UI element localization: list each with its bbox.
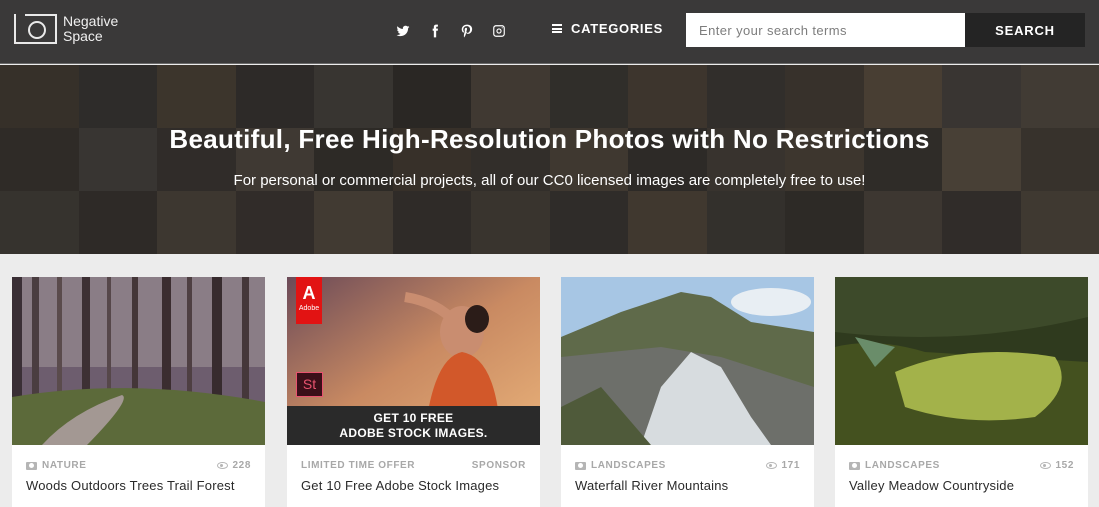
site-header: Negative Space CATEGORIES SEARCH xyxy=(0,0,1099,64)
card-title[interactable]: Get 10 Free Adobe Stock Images xyxy=(301,478,499,493)
view-count: 228 xyxy=(232,460,251,471)
hero-subtitle: For personal or commercial projects, all… xyxy=(233,172,866,189)
card-meta: LIMITED TIME OFFER SPONSOR xyxy=(301,460,526,471)
card-meta: LANDSCAPES 171 xyxy=(575,460,800,471)
eye-icon xyxy=(765,462,777,469)
social-links xyxy=(396,23,506,39)
view-count: 171 xyxy=(781,460,800,471)
sponsored-card[interactable]: A Adobe St GET 10 FREE ADOBE STOCK IMAGE… xyxy=(287,277,540,507)
camera-logo-icon xyxy=(14,14,57,44)
photo-thumbnail-valley[interactable] xyxy=(835,277,1088,445)
search-input[interactable] xyxy=(686,13,965,47)
photo-card[interactable]: LANDSCAPES 171 Waterfall River Mountains xyxy=(561,277,814,507)
adobe-stock-icon: St xyxy=(296,372,323,397)
facebook-icon[interactable] xyxy=(428,23,442,39)
card-category[interactable]: LANDSCAPES xyxy=(865,460,940,471)
card-meta: LANDSCAPES 152 xyxy=(849,460,1074,471)
hero-banner: Beautiful, Free High-Resolution Photos w… xyxy=(0,65,1099,254)
sponsor-badge: SPONSOR xyxy=(471,460,526,471)
card-title[interactable]: Woods Outdoors Trees Trail Forest xyxy=(26,478,235,493)
card-title[interactable]: Waterfall River Mountains xyxy=(575,478,728,493)
camera-icon xyxy=(575,461,586,470)
eye-icon xyxy=(1039,462,1051,469)
hamburger-icon xyxy=(552,24,562,33)
search-button[interactable]: SEARCH xyxy=(965,13,1085,47)
photo-card[interactable]: NATURE 228 Woods Outdoors Trees Trail Fo… xyxy=(12,277,265,507)
card-meta: NATURE 228 xyxy=(26,460,251,471)
card-category[interactable]: NATURE xyxy=(42,460,87,471)
adobe-logo: A Adobe xyxy=(296,277,322,324)
card-category[interactable]: LANDSCAPES xyxy=(591,460,666,471)
instagram-icon[interactable] xyxy=(492,23,506,39)
photo-thumbnail-forest[interactable] xyxy=(12,277,265,445)
categories-menu-button[interactable]: CATEGORIES xyxy=(552,21,663,36)
site-logo[interactable]: Negative Space xyxy=(14,14,118,44)
photo-card[interactable]: LANDSCAPES 152 Valley Meadow Countryside xyxy=(835,277,1088,507)
view-count: 152 xyxy=(1055,460,1074,471)
twitter-icon[interactable] xyxy=(396,23,410,39)
hero-title: Beautiful, Free High-Resolution Photos w… xyxy=(169,124,930,154)
logo-text: Negative Space xyxy=(63,13,119,44)
card-category: LIMITED TIME OFFER xyxy=(301,460,416,471)
eye-icon xyxy=(216,462,228,469)
pinterest-icon[interactable] xyxy=(460,23,474,39)
card-title[interactable]: Valley Meadow Countryside xyxy=(849,478,1014,493)
camera-icon xyxy=(26,461,37,470)
ad-banner-text: GET 10 FREE ADOBE STOCK IMAGES. xyxy=(287,406,540,445)
camera-icon xyxy=(849,461,860,470)
photo-thumbnail-waterfall[interactable] xyxy=(561,277,814,445)
adobe-stock-ad-image[interactable]: A Adobe St GET 10 FREE ADOBE STOCK IMAGE… xyxy=(287,277,540,445)
